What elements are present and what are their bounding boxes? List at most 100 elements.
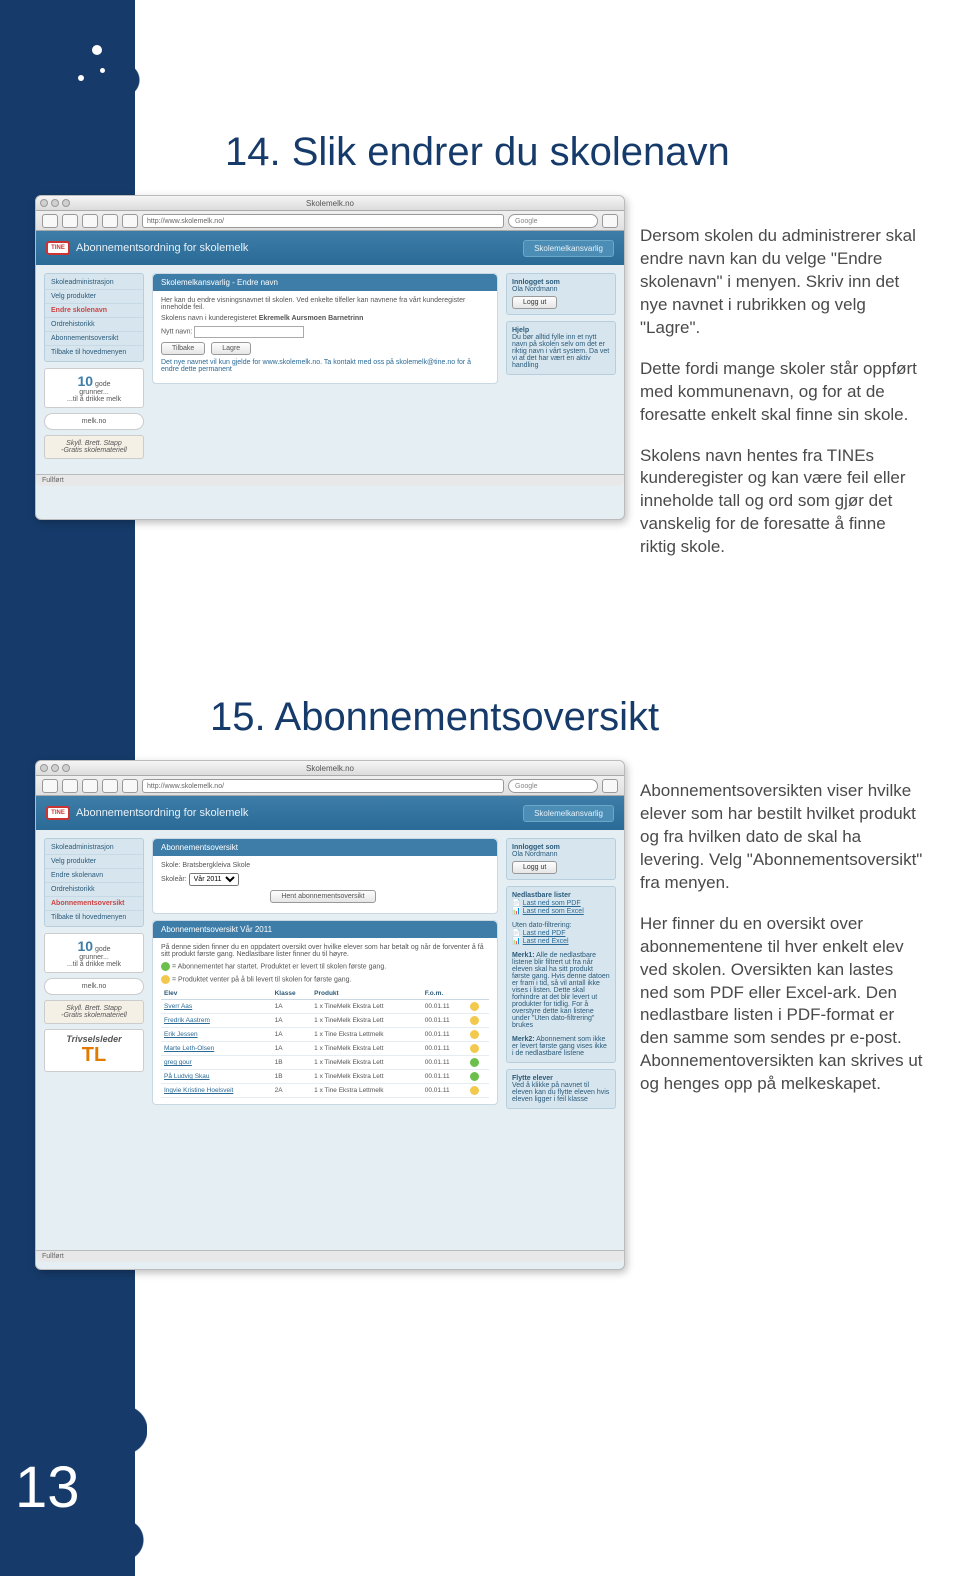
current-name-value: Ekremelk Aursmoen Barnetrinn: [259, 315, 364, 322]
nav-endre-skolenavn[interactable]: Endre skolenavn: [45, 869, 143, 883]
promo-melk-no[interactable]: melk.no: [44, 413, 144, 430]
table-row: På Ludvig Skau1B1 x TineMelk Ekstra Lett…: [161, 1070, 489, 1084]
role-badge[interactable]: Skolemelkansvarlig: [523, 805, 614, 822]
year-label: Skoleår:: [161, 876, 187, 883]
elev-link[interactable]: Marte Leth-Olsen: [164, 1045, 214, 1052]
sidebar-nav: Skoleadministrasjon Velg produkter Endre…: [44, 273, 144, 362]
table-row: greg gour1B1 x TineMelk Ekstra Lett00.01…: [161, 1056, 489, 1070]
status-dot: [470, 1002, 479, 1011]
cell-fom: 00.01.11: [422, 1056, 467, 1070]
btn-tilbake[interactable]: Tilbake: [161, 342, 205, 355]
promo-10-grunner: 10 gode grunner... ...til å drikke melk: [44, 368, 144, 408]
sidebar-nav: Skoleadministrasjon Velg produkter Endre…: [44, 838, 144, 927]
forward-button[interactable]: [62, 779, 78, 793]
elev-link[interactable]: greg gour: [164, 1059, 192, 1066]
app-header: TINE Abonnementsordning for skolemelk Sk…: [36, 796, 624, 830]
bookmarks-button[interactable]: [602, 779, 618, 793]
download-excel-nofilter[interactable]: Last ned Excel: [523, 938, 569, 945]
browser-search[interactable]: Google: [508, 214, 598, 228]
logout-button[interactable]: Logg ut: [512, 296, 557, 309]
bubble-decor: [78, 75, 84, 81]
nav-velg-produkter[interactable]: Velg produkter: [45, 855, 143, 869]
stop-button[interactable]: [102, 779, 118, 793]
nav-skoleadmin[interactable]: Skoleadministrasjon: [45, 841, 143, 855]
elev-link[interactable]: Erik Jessen: [164, 1031, 198, 1038]
back-button[interactable]: [42, 779, 58, 793]
btn-hent-oversikt[interactable]: Hent abonnementsoversikt: [270, 890, 375, 903]
cell-fom: 00.01.11: [422, 1084, 467, 1098]
window-title: Skolemelk.no: [306, 199, 354, 208]
nav-ordrehistorikk[interactable]: Ordrehistorikk: [45, 318, 143, 332]
main-area: Skolemelkansvarlig - Endre navn Her kan …: [152, 273, 498, 464]
elev-link[interactable]: På Ludvig Skau: [164, 1073, 210, 1080]
promo-skyll-sub: -Gratis skolemateriell: [61, 447, 127, 454]
home-button[interactable]: [122, 779, 138, 793]
browser-toolbar: http://www.skolemelk.no/ Google: [36, 776, 624, 796]
move-title: Flytte elever: [512, 1075, 553, 1082]
right-column: Innlogget som Ola Nordmann Logg ut Hjelp…: [506, 273, 616, 464]
forward-button[interactable]: [62, 214, 78, 228]
logout-button[interactable]: Logg ut: [512, 861, 557, 874]
promo-10-line2: grunner...: [79, 954, 109, 961]
help-text: Du bør alltid fylle inn et nytt navn på …: [512, 334, 609, 369]
elev-link[interactable]: Fredrik Aastrem: [164, 1017, 210, 1024]
year-select[interactable]: Vår 2011: [189, 873, 239, 886]
nav-abonnementsoversikt[interactable]: Abonnementsoversikt: [45, 897, 143, 911]
stop-button[interactable]: [102, 214, 118, 228]
section-14-p1: Dersom skolen du administrerer skal endr…: [640, 225, 925, 340]
promo-skyll-sub: -Gratis skolemateriell: [61, 1012, 127, 1019]
sidebar: Skoleadministrasjon Velg produkter Endre…: [44, 273, 144, 464]
col-fom: F.o.m.: [422, 988, 467, 1000]
home-button[interactable]: [122, 214, 138, 228]
download-title: Nedlastbare lister: [512, 892, 571, 899]
cell-fom: 00.01.11: [422, 1042, 467, 1056]
elev-link[interactable]: Sverr Aas: [164, 1003, 192, 1010]
excel-icon: 📊: [512, 908, 521, 915]
logged-in-title: Innlogget som: [512, 844, 560, 851]
nav-ordrehistorikk[interactable]: Ordrehistorikk: [45, 883, 143, 897]
cell-produkt: 1 x Tine Ekstra Lettmelk: [311, 1028, 422, 1042]
status-dot: [470, 1016, 479, 1025]
nav-tilbake-hovedmeny[interactable]: Tilbake til hovedmenyen: [45, 911, 143, 924]
section-14-heading: 14. Slik endrer du skolenavn: [225, 130, 730, 175]
nav-tilbake-hovedmeny[interactable]: Tilbake til hovedmenyen: [45, 346, 143, 359]
section-15-heading: 15. Abonnementsoversikt: [210, 695, 659, 740]
logged-in-box: Innlogget som Ola Nordmann Logg ut: [506, 273, 616, 315]
move-text: Ved å klikke på navnet til eleven kan du…: [512, 1082, 609, 1103]
nav-skoleadmin[interactable]: Skoleadministrasjon: [45, 276, 143, 290]
note1-label: Merk1:: [512, 952, 535, 959]
promo-10-sub: ...til å drikke melk: [67, 396, 121, 403]
download-pdf[interactable]: Last ned som PDF: [523, 900, 581, 907]
col-klasse: Klasse: [272, 988, 312, 1000]
download-pdf-nofilter[interactable]: Last ned PDF: [523, 930, 566, 937]
promo-skyll-brett-stapp: Skyll. Brett. Stapp -Gratis skolematerie…: [44, 1000, 144, 1024]
btn-lagre[interactable]: Lagre: [211, 342, 251, 355]
status-dot: [470, 1058, 479, 1067]
new-name-input[interactable]: [194, 326, 304, 338]
cell-fom: 00.01.11: [422, 1000, 467, 1014]
cell-produkt: 1 x TineMelk Ekstra Lett: [311, 1056, 422, 1070]
role-badge[interactable]: Skolemelkansvarlig: [523, 240, 614, 257]
section-14-p3: Skolens navn hentes fra TINEs kunderegis…: [640, 445, 925, 560]
app-title: Abonnementsordning for skolemelk: [76, 807, 248, 819]
help-title: Hjelp: [512, 327, 529, 334]
download-excel[interactable]: Last ned som Excel: [523, 908, 584, 915]
table-row: Ingvie Kristine Hoelsveit2A1 x Tine Ekst…: [161, 1084, 489, 1098]
bookmarks-button[interactable]: [602, 214, 618, 228]
url-field[interactable]: http://www.skolemelk.no/: [142, 214, 504, 228]
back-button[interactable]: [42, 214, 58, 228]
nav-velg-produkter[interactable]: Velg produkter: [45, 290, 143, 304]
promo-10-line1: gode: [95, 381, 111, 388]
cell-klasse: 1B: [272, 1070, 312, 1084]
nav-abonnementsoversikt[interactable]: Abonnementsoversikt: [45, 332, 143, 346]
reload-button[interactable]: [82, 214, 98, 228]
status-dot: [470, 1086, 479, 1095]
reload-button[interactable]: [82, 779, 98, 793]
elev-link[interactable]: Ingvie Kristine Hoelsveit: [164, 1087, 233, 1094]
promo-melk-no[interactable]: melk.no: [44, 978, 144, 995]
screenshot-endre-skolenavn: Skolemelk.no http://www.skolemelk.no/ Go…: [35, 195, 625, 520]
app-title: Abonnementsordning for skolemelk: [76, 242, 248, 254]
nav-endre-skolenavn[interactable]: Endre skolenavn: [45, 304, 143, 318]
url-field[interactable]: http://www.skolemelk.no/: [142, 779, 504, 793]
browser-search[interactable]: Google: [508, 779, 598, 793]
